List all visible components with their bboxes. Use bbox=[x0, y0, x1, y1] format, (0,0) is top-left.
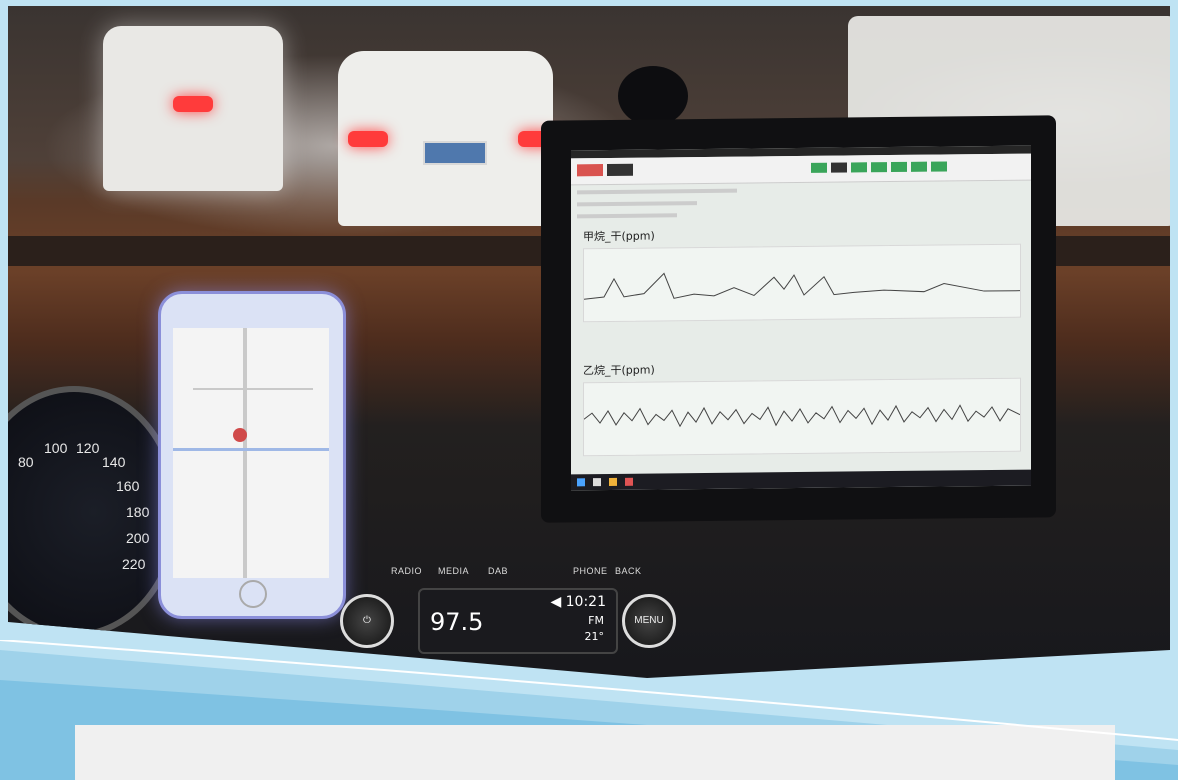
status-line bbox=[577, 188, 737, 195]
tablet: 甲烷_干(ppm) 乙烷_干(ppm) bbox=[541, 115, 1056, 523]
map-screen bbox=[173, 328, 329, 578]
taskbar-icon bbox=[609, 477, 617, 486]
gauge-number: 160 bbox=[116, 478, 140, 494]
license-plate bbox=[423, 141, 487, 165]
gauge-number: 220 bbox=[122, 556, 146, 572]
gauge-number: 140 bbox=[102, 454, 126, 470]
radio-button-label: BACK bbox=[615, 566, 642, 576]
tablet-screen: 甲烷_干(ppm) 乙烷_干(ppm) bbox=[571, 145, 1031, 491]
location-pin-icon bbox=[233, 428, 247, 442]
toolbar-button-dark bbox=[831, 162, 847, 173]
decorative-wave bbox=[0, 640, 1178, 780]
radio-time: ◀ 10:21 bbox=[550, 594, 606, 610]
gauge-number: 200 bbox=[126, 530, 150, 546]
chart1-line bbox=[583, 272, 1020, 300]
map-road bbox=[193, 388, 313, 390]
taillight bbox=[348, 131, 388, 147]
gauge-number: 180 bbox=[126, 504, 150, 520]
toolbar-button-green bbox=[871, 162, 887, 173]
suction-mount bbox=[618, 66, 688, 126]
gauge-number: 100 bbox=[44, 440, 68, 456]
status-line bbox=[577, 201, 697, 207]
app-toolbar bbox=[571, 153, 1031, 186]
taillight bbox=[173, 96, 213, 112]
map-road bbox=[243, 328, 247, 578]
chart2 bbox=[583, 377, 1021, 457]
chart1 bbox=[583, 243, 1021, 323]
radio-button-label: RADIO bbox=[391, 566, 423, 576]
toolbar-button-green bbox=[851, 162, 867, 173]
windows-start-icon bbox=[577, 478, 585, 487]
gauge-number: 120 bbox=[76, 440, 100, 456]
map-route bbox=[173, 448, 329, 451]
chart1-title: 甲烷_干(ppm) bbox=[583, 229, 655, 244]
toolbar-button-red bbox=[577, 164, 603, 177]
toolbar-button-green bbox=[891, 161, 907, 173]
radio-button-label: MEDIA bbox=[438, 566, 470, 576]
taskbar-icon bbox=[625, 477, 633, 486]
smartphone bbox=[158, 291, 346, 619]
toolbar-button-green bbox=[931, 161, 947, 172]
radio-button-label: DAB bbox=[488, 566, 509, 576]
taskbar-icon bbox=[593, 478, 601, 487]
status-line bbox=[577, 213, 677, 219]
chart2-line bbox=[583, 404, 1021, 428]
toolbar-button-green bbox=[811, 162, 827, 173]
toolbar-button-green bbox=[911, 161, 927, 172]
radio-frequency: 97.5 bbox=[430, 608, 484, 636]
radio-button-label: PHONE bbox=[573, 566, 608, 576]
windows-taskbar bbox=[571, 469, 1031, 491]
chart2-title: 乙烷_干(ppm) bbox=[583, 363, 655, 378]
toolbar-button-dark bbox=[607, 163, 633, 177]
home-button bbox=[239, 580, 267, 608]
radio-band: FM bbox=[588, 614, 604, 627]
gauge-number: 80 bbox=[18, 454, 34, 470]
dashboard-photo: 80 100 120 140 160 180 200 220 甲烷_干(ppm)… bbox=[8, 6, 1170, 678]
speedometer: 80 100 120 140 160 180 200 220 bbox=[8, 386, 180, 638]
